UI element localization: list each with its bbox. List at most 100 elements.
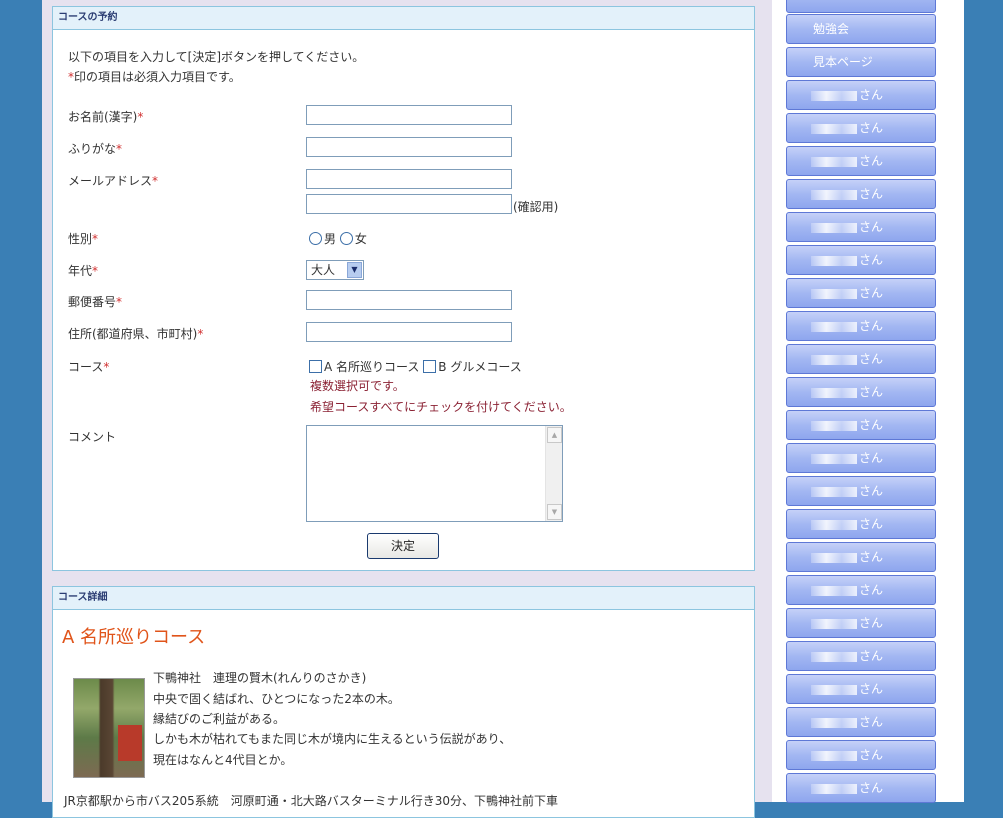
redacted-name: [811, 90, 857, 101]
required-mark: *: [137, 110, 144, 124]
sidebar-item-label: さん: [811, 510, 883, 538]
sidebar-item-person[interactable]: さん: [786, 377, 936, 407]
sidebar-item-person[interactable]: さん: [786, 80, 936, 110]
reservation-header: コースの予約: [53, 7, 754, 30]
course-a-checkbox[interactable]: [309, 360, 322, 373]
course-desc-2: 中央で固く結ばれ、ひとつになった2本の木。: [153, 692, 400, 706]
honorific-san: さん: [859, 682, 884, 696]
name-input[interactable]: [306, 105, 512, 125]
redacted-name: [811, 552, 857, 563]
sidebar-item-person[interactable]: さん: [786, 212, 936, 242]
address-input[interactable]: [306, 322, 512, 342]
sidebar-item-label: さん: [811, 81, 883, 109]
required-mark: *: [116, 142, 123, 156]
honorific-san: さん: [859, 253, 884, 267]
sidebar-item-person[interactable]: さん: [786, 443, 936, 473]
sidebar-item-person[interactable]: さん: [786, 542, 936, 572]
sidebar-item-person[interactable]: さん: [786, 113, 936, 143]
sidebar-item-person[interactable]: さん: [786, 674, 936, 704]
sidebar-item-sample[interactable]: 見本ページ: [786, 47, 936, 77]
honorific-san: さん: [859, 616, 884, 630]
comment-scrollbar[interactable]: ▲ ▼: [545, 426, 562, 521]
sidebar-item-person[interactable]: さん: [786, 311, 936, 341]
course-note-1: 複数選択可です。: [310, 379, 405, 393]
age-select-value: 大人: [311, 263, 336, 277]
course-b-label[interactable]: B グルメコース: [438, 360, 521, 374]
comment-label: コメント: [68, 430, 117, 444]
course-desc-5: 現在はなんと4代目とか。: [153, 753, 293, 767]
course-desc-1: 下鴨神社 連理の賢木(れんりのさかき): [153, 671, 367, 685]
scroll-down-icon[interactable]: ▼: [547, 504, 562, 520]
name-label-text: お名前(漢字): [68, 110, 138, 124]
redacted-name: [811, 453, 857, 464]
required-mark: *: [197, 327, 204, 341]
submit-button[interactable]: 決定: [367, 533, 439, 559]
required-mark: *: [103, 360, 110, 374]
redacted-name: [811, 519, 857, 530]
address-label-text: 住所(都道府県、市町村): [68, 327, 198, 341]
sidebar-item-label: さん: [811, 675, 883, 703]
age-label: 年代*: [68, 262, 98, 279]
email-input[interactable]: [306, 169, 512, 189]
age-select[interactable]: 大人 ▼: [306, 260, 364, 280]
course-a-label[interactable]: A 名所巡りコース: [324, 360, 419, 374]
comment-textarea[interactable]: ▲ ▼: [306, 425, 563, 522]
redacted-name: [811, 189, 857, 200]
sidebar-item-label: さん: [811, 642, 883, 670]
sidebar-item-study[interactable]: 勉強会: [786, 14, 936, 44]
sidebar-item-person[interactable]: さん: [786, 509, 936, 539]
honorific-san: さん: [859, 418, 884, 432]
sidebar-item-person[interactable]: さん: [786, 344, 936, 374]
course-note-2: 希望コースすべてにチェックを付けてください。: [310, 400, 572, 414]
sidebar-item-label: さん: [811, 576, 883, 604]
reservation-panel: コースの予約 以下の項目を入力して[決定]ボタンを押してください。 *印の項目は…: [52, 6, 755, 571]
gender-male-label[interactable]: 男: [324, 232, 336, 246]
sidebar-item-label: さん: [811, 180, 883, 208]
sidebar-item-person[interactable]: さん: [786, 740, 936, 770]
sidebar-item-person[interactable]: さん: [786, 278, 936, 308]
redacted-name: [811, 354, 857, 365]
sidebar-item-person[interactable]: さん: [786, 575, 936, 605]
course-details-header: コース詳細: [53, 587, 754, 610]
sidebar-item-person[interactable]: さん: [786, 410, 936, 440]
honorific-san: さん: [859, 451, 884, 465]
sidebar-item-person[interactable]: さん: [786, 608, 936, 638]
chevron-down-icon[interactable]: ▼: [347, 262, 362, 278]
sidebar-item-label: さん: [811, 477, 883, 505]
access-info: JR京都駅から市バス205系統 河原町通・北大路バスターミナル行き30分、下鴨神…: [64, 794, 559, 808]
honorific-san: さん: [859, 88, 884, 102]
sidebar-item-person[interactable]: さん: [786, 146, 936, 176]
furigana-label-text: ふりがな: [68, 142, 117, 156]
sidebar-item-label: さん: [811, 114, 883, 142]
sidebar-item-label: さん: [811, 246, 883, 274]
page-frame: コースの予約 以下の項目を入力して[決定]ボタンを押してください。 *印の項目は…: [42, 0, 964, 818]
honorific-san: さん: [859, 352, 884, 366]
redacted-name: [811, 486, 857, 497]
redacted-name: [811, 684, 857, 695]
postal-input[interactable]: [306, 290, 512, 310]
sidebar-item-person[interactable]: さん: [786, 773, 936, 803]
sidebar-item-top[interactable]: [786, 0, 936, 13]
gender-female-label[interactable]: 女: [355, 232, 367, 246]
sidebar-item-person[interactable]: さん: [786, 476, 936, 506]
course-b-checkbox[interactable]: [423, 360, 437, 373]
required-mark: *: [116, 295, 123, 309]
sidebar-item-person[interactable]: さん: [786, 179, 936, 209]
gender-male-radio[interactable]: [309, 232, 322, 245]
honorific-san: さん: [859, 781, 884, 795]
sidebar-item-label: さん: [811, 411, 883, 439]
intro-text-1: 以下の項目を入力して[決定]ボタンを押してください。: [68, 50, 365, 64]
scroll-up-icon[interactable]: ▲: [547, 427, 562, 443]
sidebar-item-person[interactable]: さん: [786, 641, 936, 671]
honorific-san: さん: [859, 649, 884, 663]
honorific-san: さん: [859, 319, 884, 333]
furigana-input[interactable]: [306, 137, 512, 157]
sidebar-item-person[interactable]: さん: [786, 707, 936, 737]
redacted-name: [811, 585, 857, 596]
redacted-name: [811, 123, 857, 134]
sidebar-item-label: さん: [811, 609, 883, 637]
sidebar-item-person[interactable]: さん: [786, 245, 936, 275]
email-confirm-input[interactable]: [306, 194, 512, 214]
gender-female-radio[interactable]: [339, 232, 353, 245]
course-details-panel: コース詳細 A 名所巡りコース 下鴨神社 連理の賢木(れんりのさかき) 中央で固…: [52, 586, 755, 818]
